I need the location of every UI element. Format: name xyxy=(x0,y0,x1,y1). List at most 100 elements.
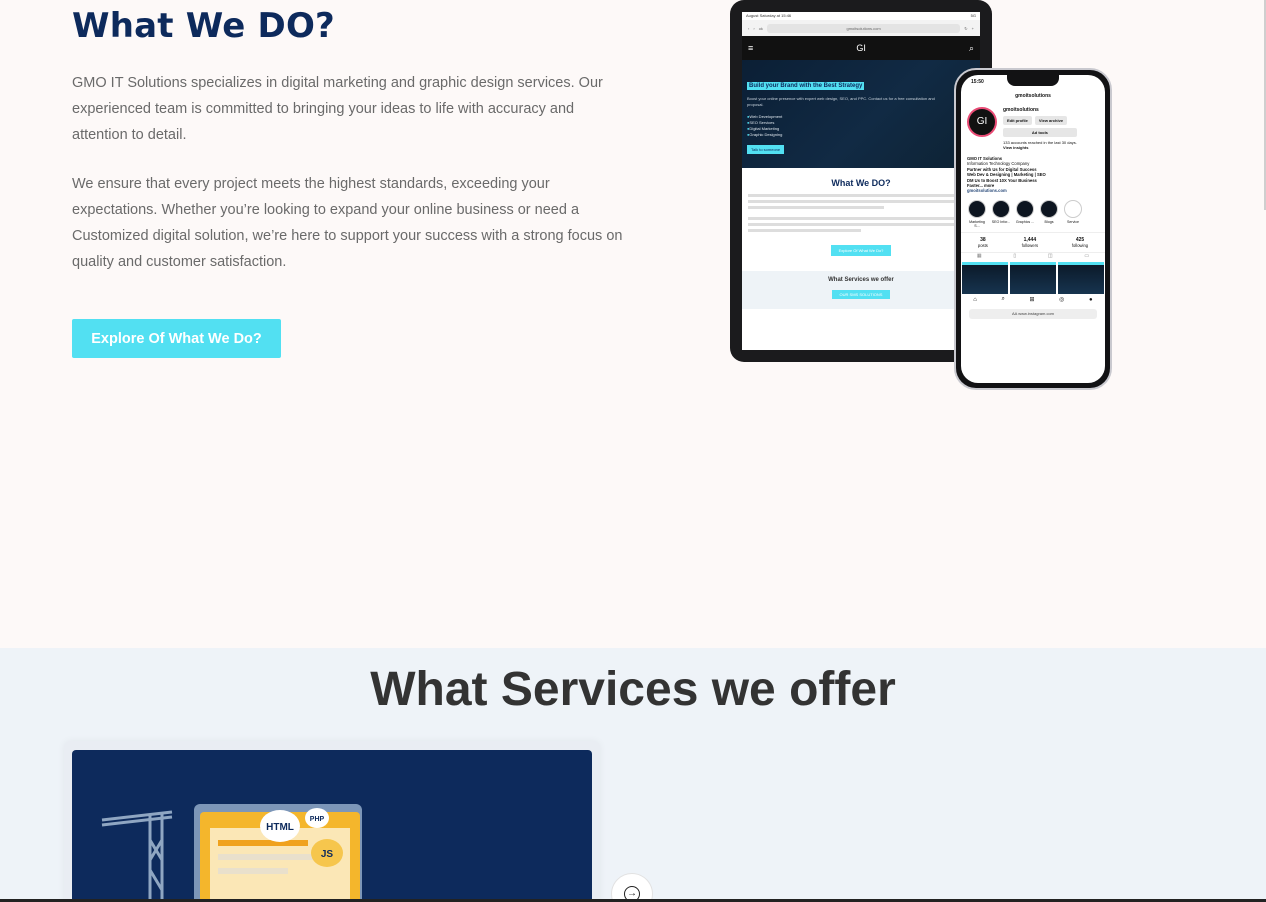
text-line xyxy=(748,223,974,226)
highlight-item: Service xyxy=(1063,199,1083,228)
stat-label: posts xyxy=(977,242,988,248)
grid-icon: ▦ xyxy=(976,252,982,259)
tablet-hero-title: Build your Brand with the Best Strategy xyxy=(747,82,865,90)
home-icon: ⌂ xyxy=(973,296,977,303)
ad-tools-button: Ad tools xyxy=(1003,128,1077,137)
tablet-mockup: August Saturday at 15:46 5G ‹ › ok gmoit… xyxy=(730,0,992,362)
highlight-item: Marketing S... xyxy=(967,199,987,228)
phone-highlights: Marketing S... SEO Infor... Graphics ...… xyxy=(961,196,1105,232)
phone-bio: GMO IT Solutions Information Technology … xyxy=(961,154,1105,196)
phone-profile: GI gmoitsolutions Edit profile View arch… xyxy=(961,103,1105,154)
phone-screen: 15:50 gmoitsolutions GI gmoitsolutions E… xyxy=(961,75,1105,383)
reload-icon: ↻ xyxy=(964,25,968,31)
text-line xyxy=(748,217,974,220)
highlight-label: Marketing S... xyxy=(969,219,985,228)
stat-following: 425 following xyxy=(1072,237,1088,248)
phone-post-grid xyxy=(961,261,1105,294)
tablet-hero-button: Talk to someone xyxy=(747,145,785,154)
plus-icon: + xyxy=(971,25,974,31)
tablet-url-bar: ‹ › ok gmoitsolutions.com ↻ + xyxy=(742,20,980,36)
tablet-services-title: What Services we offer xyxy=(828,277,894,283)
highlight-item: SEO Infor... xyxy=(991,199,1011,228)
post-thumbnail xyxy=(1058,261,1104,294)
phone-url: www.instagram.com xyxy=(1018,310,1055,316)
highlight-icon xyxy=(1016,199,1034,218)
view-archive-button: View archive xyxy=(1034,116,1068,125)
avatar: GI xyxy=(967,107,997,137)
tablet-services: What Services we offer OUR SMS SOLUTIONS xyxy=(742,271,980,309)
about-paragraph-1: GMO IT Solutions specializes in digital … xyxy=(72,75,603,143)
tablet-services-button: OUR SMS SOLUTIONS xyxy=(831,290,891,299)
phone-notch xyxy=(1007,75,1059,86)
php-cloud-icon: PHP xyxy=(305,808,329,828)
text-line xyxy=(748,229,861,232)
section-title: What We DO? xyxy=(72,6,335,46)
phone-profile-buttons: Edit profile View archive xyxy=(1003,116,1077,125)
phone-mockup: 15:50 gmoitsolutions GI gmoitsolutions E… xyxy=(954,68,1112,390)
next-arrow-button[interactable]: → xyxy=(611,873,653,902)
stat-posts: 38 posts xyxy=(978,237,988,248)
tablet-site-nav: ≡ GI ⌕ xyxy=(742,36,980,60)
html-cloud-icon: HTML xyxy=(260,810,300,842)
reels-icon: ▯ xyxy=(1013,252,1017,259)
tablet-url: gmoitsolutions.com xyxy=(766,23,961,33)
highlight-icon xyxy=(1040,199,1058,218)
text-line xyxy=(748,194,974,197)
js-label: JS xyxy=(321,849,334,860)
phone-insights: View insights xyxy=(1003,145,1029,150)
saved-icon: ▭ xyxy=(1084,252,1090,259)
tablet-url-tab: ok xyxy=(758,25,763,31)
tablet-hero-list: Web Development SEO Services Digital Mar… xyxy=(747,114,975,138)
web-development-illustration: HTML PHP JS xyxy=(101,804,574,902)
tablet-logo: GI xyxy=(856,43,866,53)
highlight-label: Graphics ... xyxy=(1015,219,1035,224)
highlight-label: Service xyxy=(1067,219,1079,224)
tablet-about: What We DO? Explore Of What We Do? xyxy=(742,168,980,257)
browser-line xyxy=(218,868,288,874)
phone-stats: 38 posts 1,444 followers 425 following xyxy=(961,231,1105,252)
highlight-label: SEO Infor... xyxy=(991,219,1011,224)
js-cloud-icon: JS xyxy=(311,839,343,867)
highlight-icon xyxy=(1064,199,1082,218)
text-line xyxy=(748,200,974,203)
tablet-hero-sub: Boost your online presence with expert w… xyxy=(747,96,935,107)
tablet-status-bar: August Saturday at 15:46 5G xyxy=(742,12,980,20)
tablet-screen: August Saturday at 15:46 5G ‹ › ok gmoit… xyxy=(742,12,980,350)
highlight-item: Blogs xyxy=(1039,199,1059,228)
bio-link: gmoitsolutions.com xyxy=(967,188,1007,194)
post-thumbnail xyxy=(962,261,1008,294)
phone-bottom-nav: ⌂ ⌕ ⊞ ◎ ● xyxy=(961,294,1105,306)
service-card-image: HTML PHP JS xyxy=(72,750,592,902)
back-icon: ‹ xyxy=(748,25,750,31)
explore-button[interactable]: Explore Of What We Do? xyxy=(72,319,281,358)
highlight-label: Blogs xyxy=(1044,219,1054,224)
highlight-icon xyxy=(968,199,986,218)
crane-icon xyxy=(101,810,173,902)
tablet-status-time: August Saturday at 15:46 xyxy=(746,13,792,18)
phone-url-bar: AA www.instagram.com xyxy=(969,308,1097,319)
profile-icon: ● xyxy=(1089,296,1093,303)
phone-tabs: ▦ ▯ ◫ ▭ xyxy=(961,251,1105,262)
phone-username: gmoitsolutions xyxy=(1015,93,1051,99)
service-card[interactable]: HTML PHP JS xyxy=(64,741,600,902)
post-thumbnail xyxy=(1010,261,1056,294)
stat-followers: 1,444 followers xyxy=(1022,237,1039,248)
highlight-icon xyxy=(992,199,1010,218)
phone-profile-meta: gmoitsolutions Edit profile View archive… xyxy=(1003,107,1077,150)
forward-icon: › xyxy=(753,25,755,31)
search-icon: ⌕ xyxy=(1001,296,1005,303)
html-label: HTML xyxy=(266,822,294,833)
about-paragraph-2: We ensure that every project meets the h… xyxy=(72,176,623,270)
stat-label: following xyxy=(1071,242,1089,248)
tablet-status-signal: 5G xyxy=(970,13,976,18)
messages-icon: ◎ xyxy=(1059,297,1065,304)
phone-profile-name: gmoitsolutions xyxy=(1003,107,1039,113)
add-icon: ⊞ xyxy=(1029,297,1035,304)
tablet-hero: Build your Brand with the Best Strategy … xyxy=(742,60,980,168)
tablet-section-button: Explore Of What We Do? xyxy=(830,245,892,256)
services-title: What Services we offer xyxy=(370,663,896,716)
menu-icon: ≡ xyxy=(748,43,754,53)
phone-url-prefix: AA xyxy=(1011,310,1018,316)
text-line xyxy=(748,206,884,209)
browser-line xyxy=(218,840,308,846)
